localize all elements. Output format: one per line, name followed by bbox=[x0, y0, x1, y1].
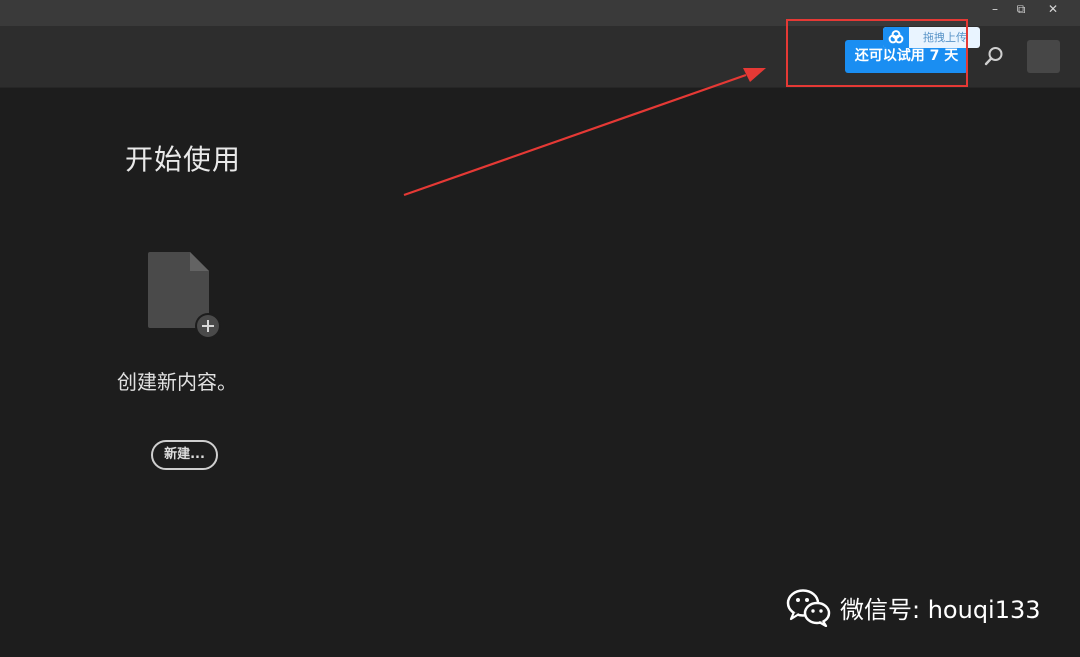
watermark-text: 微信号: houqi133 bbox=[840, 595, 1041, 624]
page-title: 开始使用 bbox=[125, 143, 242, 176]
create-new-content-text: 创建新内容。 bbox=[117, 370, 237, 394]
avatar[interactable] bbox=[1027, 40, 1060, 73]
wechat-watermark: 微信号: houqi133 bbox=[786, 585, 1041, 629]
new-button[interactable]: 新建... bbox=[151, 440, 218, 470]
wechat-icon bbox=[786, 589, 831, 627]
new-document-icon[interactable] bbox=[148, 252, 224, 342]
minimize-button[interactable]: – bbox=[982, 0, 1008, 18]
annotation-highlight-box bbox=[786, 19, 968, 87]
restore-button[interactable]: ⧉ bbox=[1008, 0, 1034, 18]
close-button[interactable]: ✕ bbox=[1040, 0, 1066, 18]
search-icon[interactable] bbox=[983, 45, 1005, 67]
